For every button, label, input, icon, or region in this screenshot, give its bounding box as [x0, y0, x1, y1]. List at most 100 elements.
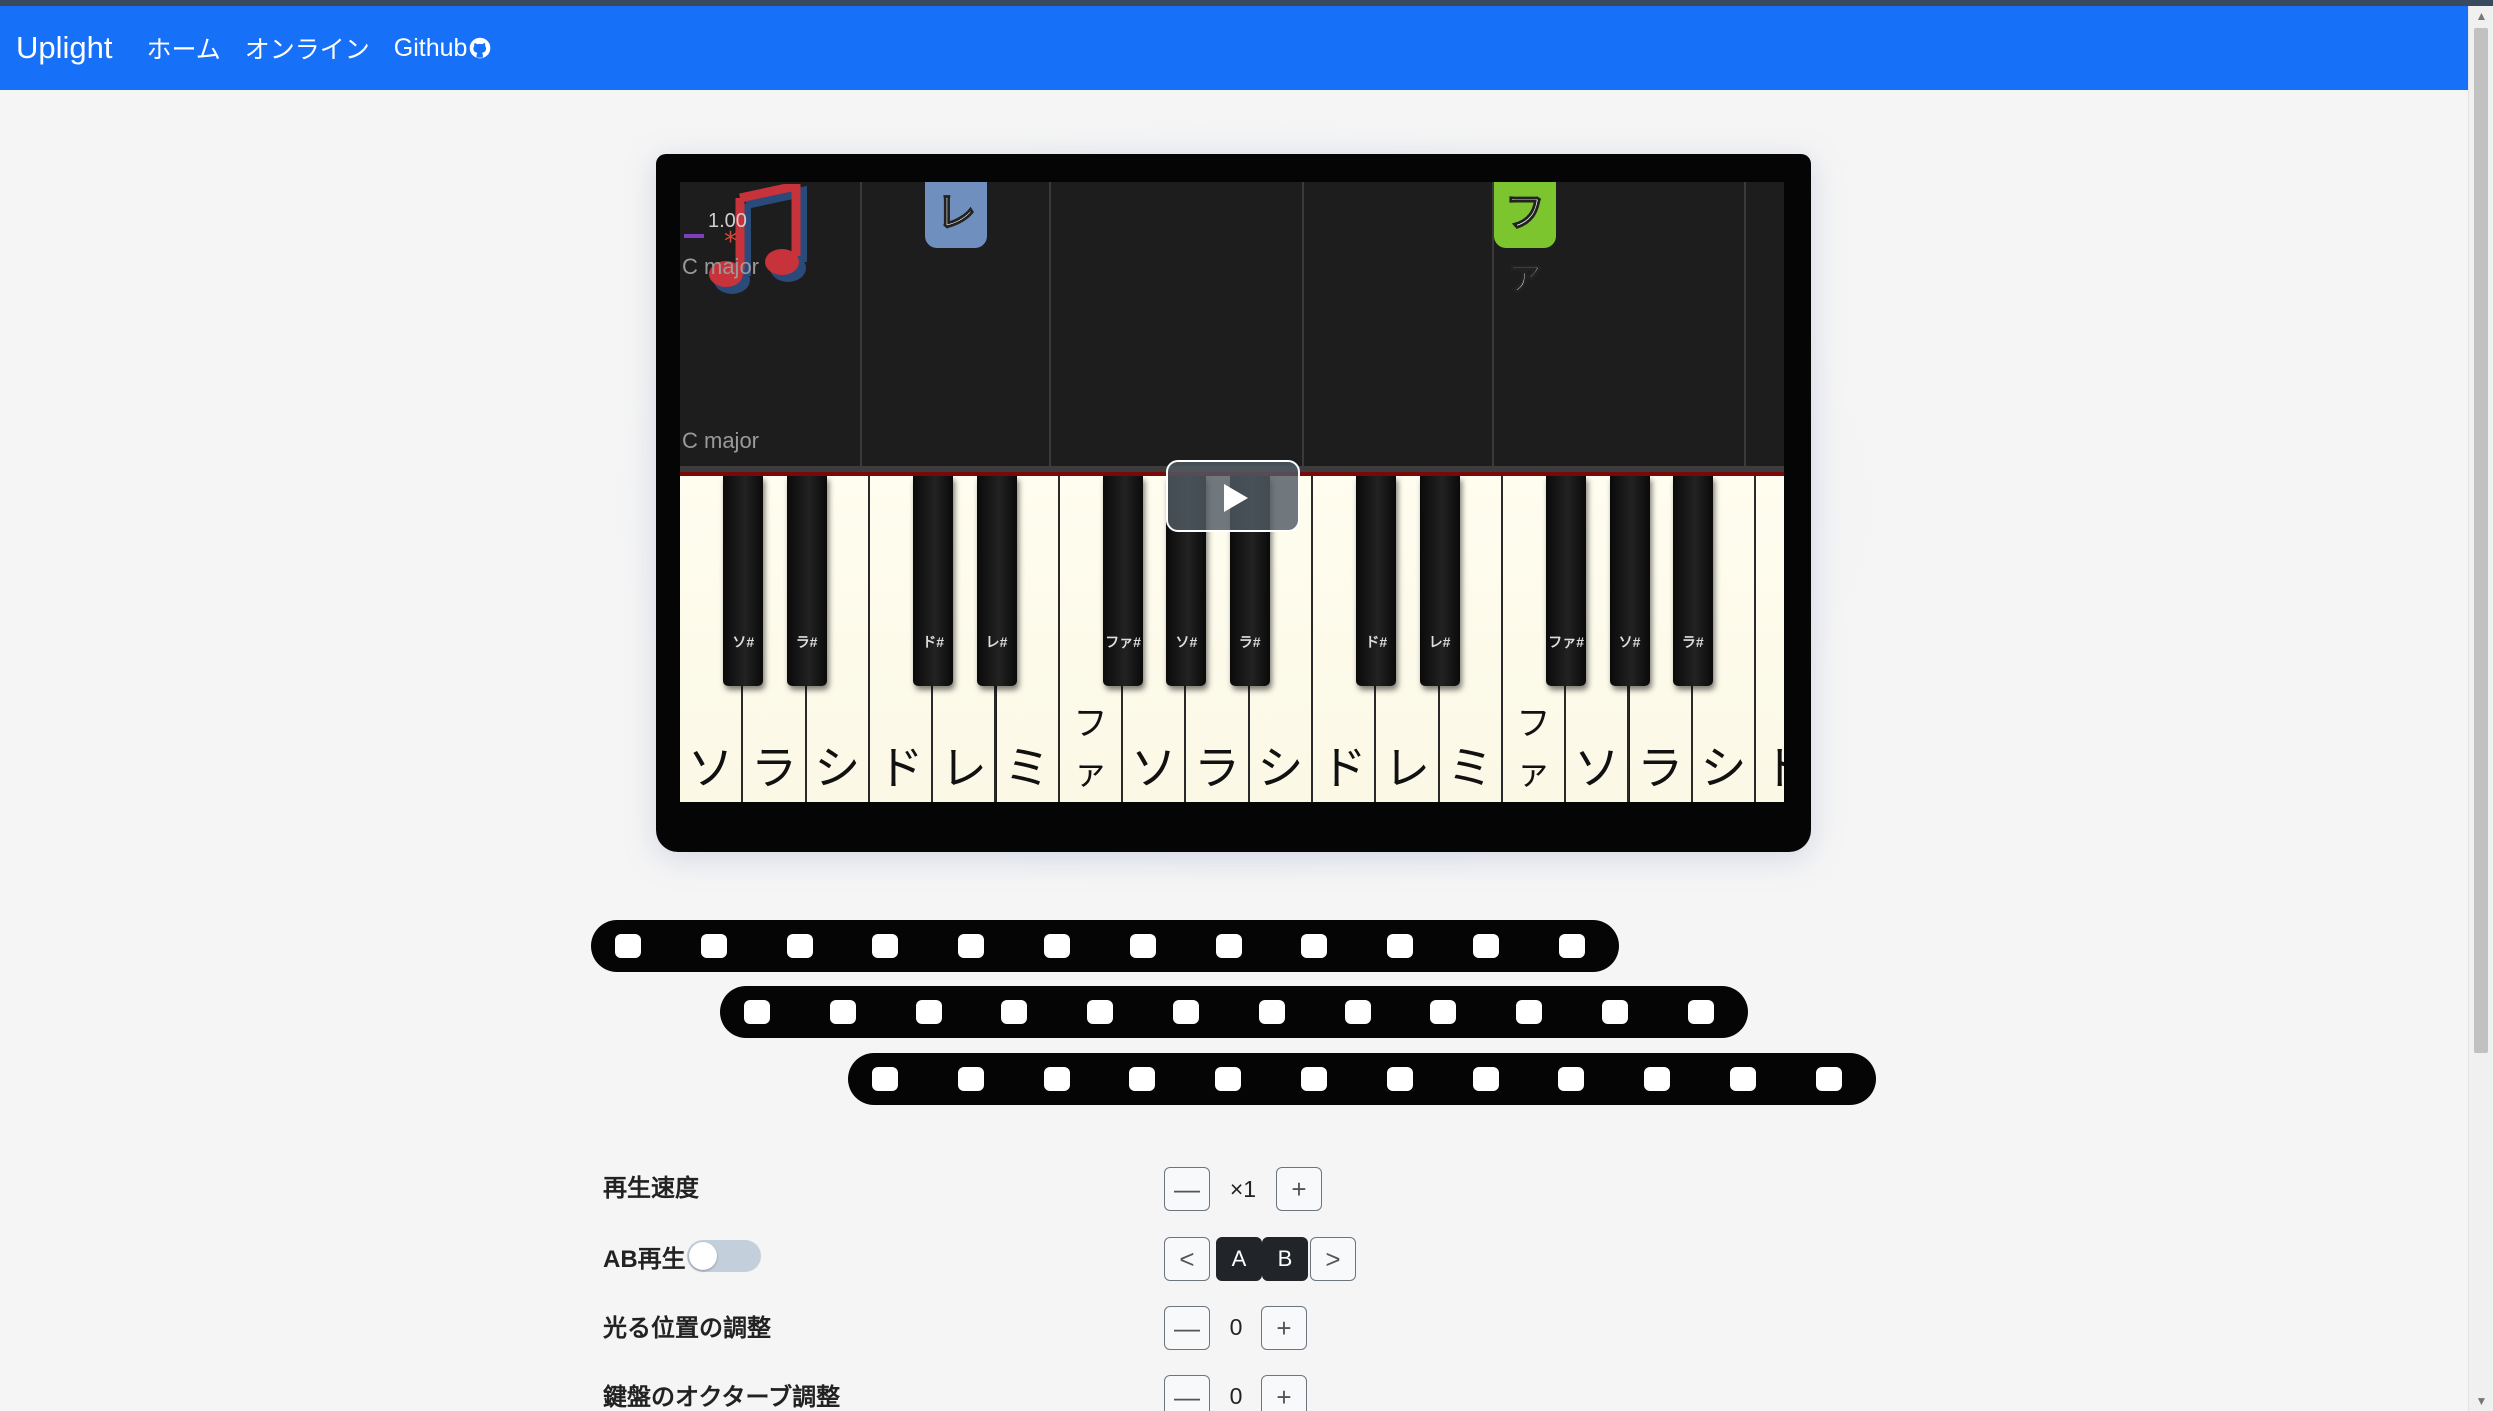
note-slot	[786, 934, 813, 958]
black-key-label: ド#	[922, 634, 945, 650]
falling-note-fa: ファ	[1494, 182, 1556, 298]
white-key-label: シ	[1257, 742, 1304, 794]
falling-note-re: レ	[925, 182, 987, 248]
note-slot	[1815, 1067, 1842, 1091]
white-key[interactable]: ド	[1756, 476, 1784, 802]
note-strip-3	[848, 1053, 1876, 1105]
note-slot	[1644, 1067, 1671, 1091]
note-slot	[872, 1067, 898, 1091]
note-slot	[1430, 1000, 1457, 1024]
brand-link[interactable]: Uplight	[16, 30, 113, 66]
white-key-label: ド	[877, 742, 924, 794]
note-slot	[1472, 1067, 1499, 1091]
black-key[interactable]: レ#	[1419, 476, 1460, 686]
ab-a-button[interactable]: A	[1216, 1237, 1262, 1281]
note-slot	[1558, 1067, 1585, 1091]
black-key[interactable]: ラ#	[1672, 476, 1713, 686]
white-key-label: ラ	[1637, 742, 1684, 794]
white-key-label: ファ	[1516, 705, 1551, 792]
octave-decrease-button[interactable]: —	[1164, 1375, 1210, 1411]
black-key-label: ファ#	[1548, 634, 1585, 650]
nav-link-github[interactable]: Github	[394, 34, 492, 63]
note-strip-1	[591, 920, 1619, 972]
grid-line	[860, 182, 862, 472]
note-slot	[1558, 934, 1585, 958]
black-key[interactable]: ラ#	[786, 476, 827, 686]
note-slot	[1087, 1000, 1114, 1024]
white-key-label: ファ	[1073, 705, 1108, 792]
black-key[interactable]: ド#	[1356, 476, 1397, 686]
black-key[interactable]: ソ#	[1609, 476, 1650, 686]
note-slot	[829, 1000, 856, 1024]
play-icon	[1224, 484, 1248, 512]
key-label-top: C major	[682, 254, 760, 279]
play-button[interactable]	[1166, 460, 1300, 532]
note-slot	[1344, 1000, 1371, 1024]
white-key-label: ミ	[1447, 742, 1494, 794]
black-key[interactable]: ソ#	[723, 476, 764, 686]
black-key-label: ラ#	[1681, 634, 1704, 650]
octave-label: 鍵盤のオクターブ調整	[603, 1384, 841, 1411]
note-slot	[1473, 934, 1499, 958]
nav-link-home[interactable]: ホーム	[147, 30, 221, 66]
light-decrease-button[interactable]: —	[1164, 1306, 1210, 1350]
ab-toggle[interactable]	[687, 1240, 761, 1272]
github-icon	[470, 37, 491, 59]
note-slot	[1602, 1000, 1628, 1024]
black-key-label: レ#	[1428, 634, 1451, 650]
speed-decrease-button[interactable]: —	[1164, 1167, 1210, 1211]
white-key-label: ソ	[1573, 742, 1620, 794]
note-slot	[1044, 934, 1070, 958]
speed-indicator: 1.00	[708, 210, 747, 232]
light-value: 0	[1229, 1314, 1243, 1340]
black-key-label: ソ#	[1618, 634, 1641, 650]
black-key-label: ラ#	[795, 634, 818, 650]
grid-line	[1049, 182, 1051, 472]
white-key-label: ド	[1320, 742, 1367, 794]
note-slot	[1215, 1067, 1242, 1091]
note-slot	[1301, 1067, 1327, 1091]
ab-prev-button[interactable]: <	[1164, 1237, 1210, 1281]
note-slot	[1386, 1067, 1413, 1091]
note-slot	[1043, 1067, 1070, 1091]
note-slot	[1687, 1000, 1714, 1024]
ab-next-button[interactable]: >	[1310, 1237, 1356, 1281]
black-key[interactable]: ファ#	[1546, 476, 1587, 686]
white-key-label: ソ	[1130, 742, 1177, 794]
note-slot	[1001, 1000, 1028, 1024]
speed-value: ×1	[1229, 1176, 1257, 1202]
white-key-label: レ	[940, 742, 987, 794]
black-key[interactable]: ド#	[913, 476, 954, 686]
speed-increase-button[interactable]: +	[1276, 1167, 1322, 1211]
scroll-down-icon[interactable]: ▼	[2469, 1391, 2493, 1411]
note-slot	[1129, 1067, 1156, 1091]
note-slot	[1301, 934, 1328, 958]
note-strip-2	[720, 986, 1748, 1038]
black-key[interactable]: ファ#	[1103, 476, 1144, 686]
scroll-thumb[interactable]	[2474, 28, 2488, 1053]
speed-label: 再生速度	[603, 1175, 699, 1202]
black-key[interactable]: レ#	[976, 476, 1017, 686]
black-key-label: ファ#	[1105, 634, 1141, 650]
player-frame: * 1.00 C major C major レ ファ ソラシドレミファソラシド…	[656, 154, 1811, 852]
octave-value: 0	[1229, 1383, 1243, 1409]
scroll-up-icon[interactable]: ▲	[2469, 6, 2493, 26]
page-scrollbar[interactable]: ▲ ▼	[2468, 6, 2493, 1411]
octave-increase-button[interactable]: +	[1261, 1375, 1307, 1411]
ab-toggle-knob	[689, 1242, 717, 1270]
note-slot	[1258, 1000, 1285, 1024]
note-slot	[957, 1067, 984, 1091]
light-position-label: 光る位置の調整	[603, 1315, 771, 1342]
note-slot	[915, 1000, 942, 1024]
ab-b-button[interactable]: B	[1262, 1237, 1308, 1281]
player-screen[interactable]: * 1.00 C major C major レ ファ ソラシドレミファソラシド…	[680, 182, 1784, 802]
white-key-label: ド	[1756, 732, 1784, 798]
white-key-label: シ	[814, 742, 861, 794]
note-slot	[872, 934, 899, 958]
light-increase-button[interactable]: +	[1261, 1306, 1307, 1350]
note-slot	[1730, 1067, 1756, 1091]
grid-line	[1744, 182, 1746, 472]
nav-link-github-label: Github	[393, 33, 468, 62]
black-key-label: ソ#	[1175, 634, 1198, 650]
nav-link-online[interactable]: オンライン	[245, 30, 370, 66]
